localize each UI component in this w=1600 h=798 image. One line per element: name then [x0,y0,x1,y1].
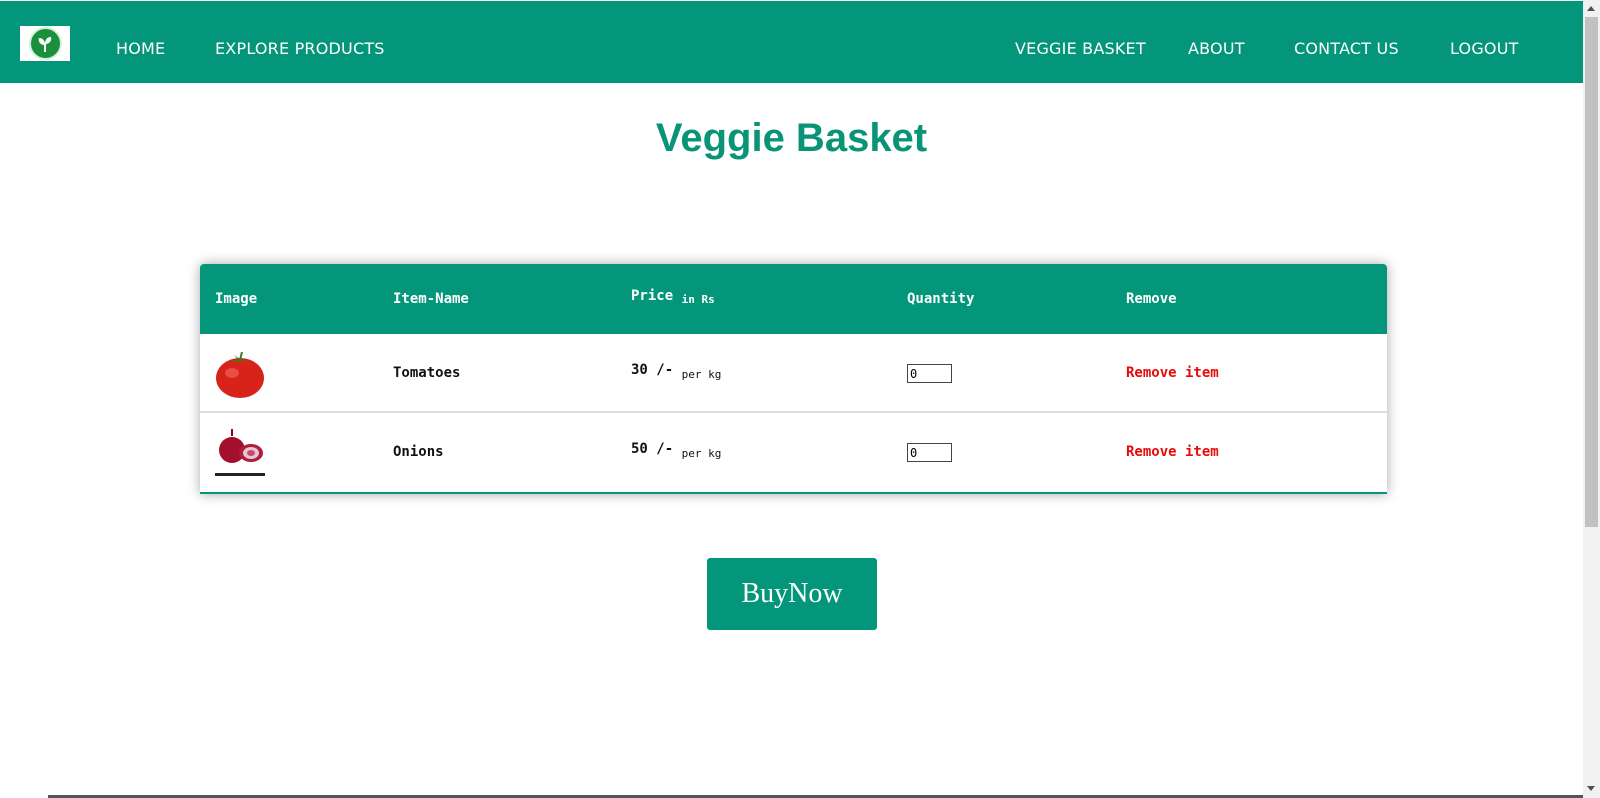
page-title: Veggie Basket [655,116,928,160]
cart-table: Image Item-Name Price in Rs Quantity Rem… [200,264,1387,494]
quantity-input[interactable] [907,443,952,462]
item-price-value: 30 /- [631,362,674,378]
item-name: Onions [393,444,444,460]
header-price: Price in Rs [631,288,715,306]
tomato-image [215,349,265,399]
item-price-unit: per kg [681,447,722,460]
header-price-label: Price [631,288,674,304]
remove-item-link[interactable]: Remove item [1126,444,1219,460]
top-navbar: HOME EXPLORE PRODUCTS VEGGIE BASKET ABOU… [0,1,1583,83]
header-price-unit: in Rs [681,293,715,306]
header-remove: Remove [1126,291,1177,307]
scroll-up-arrow-icon[interactable] [1587,6,1595,11]
remove-item-link[interactable]: Remove item [1126,365,1219,381]
page: HOME EXPLORE PRODUCTS VEGGIE BASKET ABOU… [0,0,1583,798]
vertical-scrollbar[interactable] [1583,0,1600,798]
nav-home[interactable]: HOME [116,39,165,58]
item-price-value: 50 /- [631,441,674,457]
table-row: Onions 50 /- per kg Remove item [200,414,1387,492]
nav-veggie-basket[interactable]: VEGGIE BASKET [1015,39,1146,58]
onion-image [215,428,265,478]
leaf-logo-icon [28,27,62,60]
nav-logout[interactable]: LOGOUT [1450,39,1519,58]
logo[interactable] [20,26,70,61]
table-row: Tomatoes 30 /- per kg Remove item [200,334,1387,413]
nav-about[interactable]: ABOUT [1188,39,1245,58]
item-price-unit: per kg [681,368,722,381]
item-price: 30 /- per kg [631,362,722,381]
header-quantity: Quantity [907,291,975,307]
cart-table-header: Image Item-Name Price in Rs Quantity Rem… [200,264,1387,334]
nav-explore-products[interactable]: EXPLORE PRODUCTS [215,39,385,58]
item-name: Tomatoes [393,365,461,381]
buy-now-button[interactable]: BuyNow [707,558,877,630]
nav-contact-us[interactable]: CONTACT US [1294,39,1399,58]
item-price: 50 /- per kg [631,441,722,460]
header-item-name: Item-Name [393,291,469,307]
header-image: Image [215,291,258,307]
scrollbar-thumb[interactable] [1585,17,1598,527]
scroll-down-arrow-icon[interactable] [1587,786,1595,791]
quantity-input[interactable] [907,364,952,383]
